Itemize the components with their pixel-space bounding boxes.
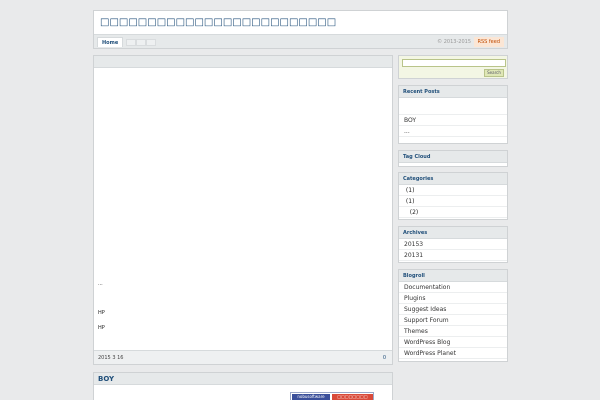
blogroll-title: Blogroll (399, 270, 507, 282)
nav-home-tab[interactable]: Home (97, 37, 124, 47)
search-widget: Search (398, 55, 508, 79)
post-comments-link[interactable]: 0 (383, 355, 386, 361)
second-post: BOY nobusoftware □□□□□□□□ (93, 372, 393, 400)
site-title[interactable]: □□□□□□□□□□□□□□□□□□□□□□□□□ (100, 17, 336, 28)
blogroll-link-plugins[interactable]: Plugins (399, 293, 507, 304)
archive-item[interactable]: 20131 (399, 250, 507, 261)
categories-widget: Categories (1) (1) (2) (398, 172, 508, 220)
banner-image[interactable]: nobusoftware □□□□□□□□ (290, 392, 374, 400)
blogroll-link-support-forum[interactable]: Support Forum (399, 315, 507, 326)
search-input[interactable] (402, 59, 506, 67)
nav-tab-3[interactable] (146, 39, 156, 46)
post-date: 2015 3 16 (98, 355, 124, 361)
post-text-hp-1: HP (98, 310, 105, 316)
blogroll-link-wordpress-blog[interactable]: WordPress Blog (399, 337, 507, 348)
nav-tab-2[interactable] (136, 39, 146, 46)
banner-image-right: □□□□□□□□ (332, 394, 373, 400)
banner-image-left: nobusoftware (292, 394, 330, 400)
tag-cloud-title: Tag Cloud (399, 151, 507, 163)
copyright-text: © 2013-2015 (437, 39, 471, 45)
blogroll-link-wordpress-planet[interactable]: WordPress Planet (399, 348, 507, 359)
category-item[interactable]: (1) (399, 196, 507, 207)
blogroll-widget: Blogroll Documentation Plugins Suggest I… (398, 269, 508, 362)
search-button[interactable]: Search (484, 69, 504, 77)
post-meta-footer: 2015 3 16 0 (94, 350, 392, 364)
rss-feed-link[interactable]: RSS feed (473, 37, 504, 47)
post-excerpt-ellipsis: ... (98, 281, 103, 287)
category-item[interactable]: (1) (399, 185, 507, 196)
navigation-bar: Home © 2013-2015 RSS feed (94, 34, 507, 48)
post-text-hp-2: HP (98, 325, 105, 331)
recent-posts-widget: Recent Posts BOY ... (398, 85, 508, 144)
recent-posts-title: Recent Posts (399, 86, 507, 98)
post-title-bar (94, 56, 392, 68)
categories-title: Categories (399, 173, 507, 185)
blogroll-link-themes[interactable]: Themes (399, 326, 507, 337)
nav-tab-1[interactable] (126, 39, 136, 46)
archives-title: Archives (399, 227, 507, 239)
main-post: ... HP HP 2015 3 16 0 (93, 55, 393, 365)
category-item[interactable]: (2) (399, 207, 507, 218)
tag-cloud-widget: Tag Cloud (398, 150, 508, 167)
second-post-title[interactable]: BOY (94, 373, 392, 385)
recent-post-item[interactable]: ... (399, 126, 507, 137)
archive-item[interactable]: 20153 (399, 239, 507, 250)
archives-widget: Archives 20153 20131 (398, 226, 508, 263)
blogroll-link-suggest-ideas[interactable]: Suggest Ideas (399, 304, 507, 315)
recent-post-item[interactable]: BOY (399, 115, 507, 126)
recent-post-item[interactable] (399, 104, 507, 115)
site-header: □□□□□□□□□□□□□□□□□□□□□□□□□ Home © 2013-20… (93, 10, 508, 49)
blogroll-link-documentation[interactable]: Documentation (399, 282, 507, 293)
